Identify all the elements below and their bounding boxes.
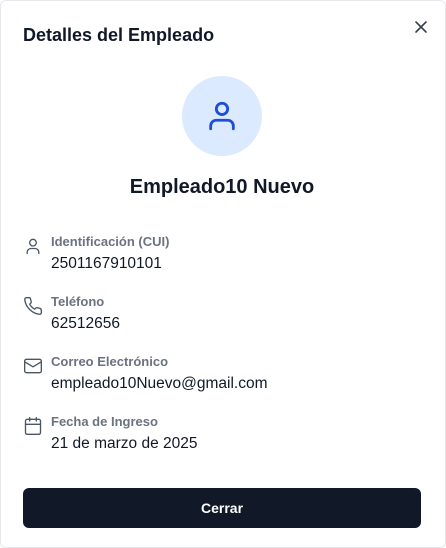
user-icon — [209, 101, 235, 131]
avatar — [182, 76, 262, 156]
field-value: 21 de marzo de 2025 — [51, 435, 198, 452]
user-icon — [26, 238, 40, 255]
dialog-title: Detalles del Empleado — [23, 25, 215, 45]
phone-icon — [24, 296, 43, 315]
field-label: Correo Electrónico — [51, 354, 169, 369]
field-label: Teléfono — [51, 294, 105, 309]
field-value: 62512656 — [51, 315, 120, 332]
close-dialog-button[interactable]: Cerrar — [23, 488, 421, 528]
mail-icon — [24, 358, 42, 374]
field-value: 2501167910101 — [51, 255, 162, 272]
close-button[interactable] — [409, 15, 433, 39]
field-label: Identificación (CUI) — [51, 234, 170, 249]
employee-details-dialog: Detalles del Empleado Empleado10 Nuevo I… — [0, 0, 446, 548]
employee-name: Empleado10 Nuevo — [129, 176, 315, 198]
calendar-icon — [24, 417, 42, 435]
field-label: Fecha de Ingreso — [51, 414, 158, 429]
field-value: empleado10Nuevo@gmail.com — [51, 375, 268, 392]
close-icon — [415, 21, 427, 33]
